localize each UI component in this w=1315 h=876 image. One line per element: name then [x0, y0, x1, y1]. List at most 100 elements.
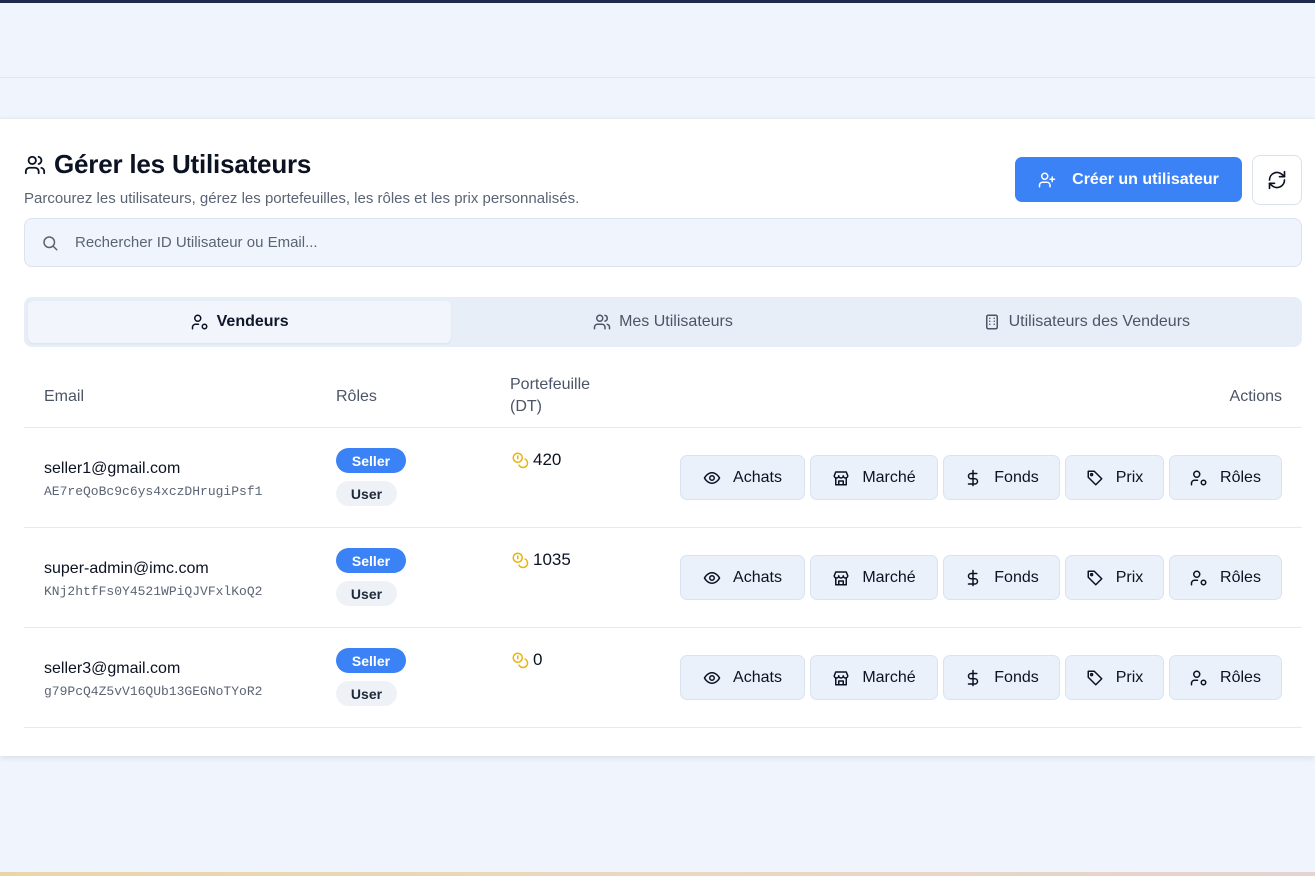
- roles-button-label: Rôles: [1220, 668, 1261, 686]
- wallet-balance: 420: [511, 450, 561, 470]
- fonds-button-label: Fonds: [994, 668, 1039, 686]
- user-plus-icon: [1038, 172, 1056, 187]
- roles-button-label: Rôles: [1220, 568, 1261, 586]
- column-header-wallet-line2: (DT): [510, 398, 542, 415]
- tag-icon: [1087, 570, 1103, 585]
- tab-vendeurs-label: Vendeurs: [216, 313, 289, 330]
- dollar-icon: [968, 569, 979, 586]
- achats-button-label: Achats: [733, 568, 782, 586]
- create-user-label: Créer un utilisateur: [1072, 170, 1219, 188]
- column-header-wallet-line1: Portefeuille: [510, 376, 591, 393]
- page-title: Gérer les Utilisateurs: [54, 149, 312, 179]
- fonds-button-label: Fonds: [994, 568, 1039, 586]
- wallet-amount: 420: [533, 450, 562, 469]
- search-icon: [43, 235, 58, 250]
- role-badge-seller: Seller: [336, 548, 406, 573]
- user-id: KNj2htfFs0Y4521WPiQJVFxlKoQ2: [44, 584, 263, 599]
- refresh-icon: [1268, 170, 1286, 190]
- role-badge-user: User: [336, 681, 397, 706]
- table-row: seller3@gmail.com g79PcQ4Z5vV16QUb13GEGNo…: [24, 628, 1302, 728]
- window-top-border: [0, 0, 1315, 3]
- prix-button[interactable]: Prix: [1065, 655, 1164, 700]
- prix-button-label: Prix: [1115, 668, 1144, 686]
- header-divider: [0, 77, 1315, 78]
- tab-bar: Vendeurs Mes Utilisateurs Utilisateurs d…: [24, 297, 1302, 347]
- wallet-balance: 0: [511, 650, 542, 670]
- user-id: AE7reQoBc9c6ys4xczDHrugiPsf1: [44, 484, 263, 499]
- coins-icon: [512, 552, 529, 569]
- role-badge-user: User: [336, 481, 397, 506]
- column-header-wallet: Portefeuille (DT): [510, 374, 590, 418]
- user-email: seller1@gmail.com: [44, 460, 181, 477]
- wallet-amount: 1035: [533, 550, 571, 569]
- achats-button[interactable]: Achats: [680, 555, 805, 600]
- tag-icon: [1087, 470, 1103, 485]
- eye-icon: [703, 471, 721, 484]
- users-card: Gérer les Utilisateurs Parcourez les uti…: [0, 118, 1315, 756]
- table-row: seller1@gmail.com AE7reQoBc9c6ys4xczDHrug…: [24, 428, 1302, 528]
- store-icon: [833, 470, 849, 485]
- title-row: Gérer les Utilisateurs: [24, 149, 311, 180]
- window-bottom-border: [0, 872, 1315, 876]
- prix-button[interactable]: Prix: [1065, 455, 1164, 500]
- tab-mes-utilisateurs-label: Mes Utilisateurs: [619, 313, 733, 330]
- tag-icon: [1087, 670, 1103, 685]
- dollar-icon: [968, 469, 979, 486]
- column-header-roles: Rôles: [336, 388, 377, 405]
- search-input[interactable]: [75, 234, 1275, 251]
- roles-button[interactable]: Rôles: [1169, 555, 1282, 600]
- prix-button[interactable]: Prix: [1065, 555, 1164, 600]
- search-bar[interactable]: [24, 218, 1302, 267]
- user-cog-icon: [1190, 670, 1207, 685]
- tab-mes-utilisateurs[interactable]: Mes Utilisateurs: [451, 301, 874, 343]
- prix-button-label: Prix: [1115, 568, 1144, 586]
- users-icon: [593, 314, 611, 330]
- roles-button-label: Rôles: [1220, 468, 1261, 486]
- fonds-button[interactable]: Fonds: [943, 455, 1060, 500]
- refresh-button[interactable]: [1252, 155, 1302, 205]
- marche-button[interactable]: Marché: [810, 655, 938, 700]
- fonds-button-label: Fonds: [994, 468, 1039, 486]
- tab-vendeurs[interactable]: Vendeurs: [28, 301, 452, 343]
- role-badge-user: User: [336, 581, 397, 606]
- wallet-balance: 1035: [511, 550, 571, 570]
- fonds-button[interactable]: Fonds: [943, 655, 1060, 700]
- roles-button[interactable]: Rôles: [1169, 455, 1282, 500]
- marche-button-label: Marché: [862, 568, 916, 586]
- fonds-button[interactable]: Fonds: [943, 555, 1060, 600]
- achats-button[interactable]: Achats: [680, 455, 805, 500]
- store-icon: [833, 570, 849, 585]
- achats-button[interactable]: Achats: [680, 655, 805, 700]
- roles-button[interactable]: Rôles: [1169, 655, 1282, 700]
- marche-button[interactable]: Marché: [810, 455, 938, 500]
- user-cog-icon: [1190, 470, 1207, 485]
- marche-button-label: Marché: [862, 468, 916, 486]
- user-email: seller3@gmail.com: [44, 660, 181, 677]
- store-icon: [833, 670, 849, 685]
- page-subtitle: Parcourez les utilisateurs, gérez les po…: [24, 190, 580, 207]
- users-icon: [24, 155, 46, 174]
- user-cog-icon: [191, 314, 208, 330]
- achats-button-label: Achats: [733, 668, 782, 686]
- role-badge-seller: Seller: [336, 648, 406, 673]
- user-id: g79PcQ4Z5vV16QUb13GEGNoTYoR2: [44, 684, 263, 699]
- wallet-amount: 0: [533, 650, 543, 669]
- marche-button[interactable]: Marché: [810, 555, 938, 600]
- tab-utilisateurs-des-vendeurs[interactable]: Utilisateurs des Vendeurs: [875, 301, 1298, 343]
- coins-icon: [512, 652, 529, 669]
- eye-icon: [703, 671, 721, 684]
- achats-button-label: Achats: [733, 468, 782, 486]
- create-user-button[interactable]: Créer un utilisateur: [1015, 157, 1242, 202]
- eye-icon: [703, 571, 721, 584]
- marche-button-label: Marché: [862, 668, 916, 686]
- table-row: super-admin@imc.com KNj2htfFs0Y4521WPiQJV…: [24, 528, 1302, 628]
- tab-utilisateurs-des-vendeurs-label: Utilisateurs des Vendeurs: [1008, 313, 1191, 330]
- user-email: super-admin@imc.com: [44, 560, 209, 577]
- column-header-actions: Actions: [1229, 388, 1282, 405]
- building-icon: [985, 314, 998, 330]
- dollar-icon: [968, 669, 979, 686]
- role-badge-seller: Seller: [336, 448, 406, 473]
- column-header-email: Email: [44, 388, 85, 405]
- coins-icon: [512, 452, 529, 469]
- user-cog-icon: [1190, 570, 1207, 585]
